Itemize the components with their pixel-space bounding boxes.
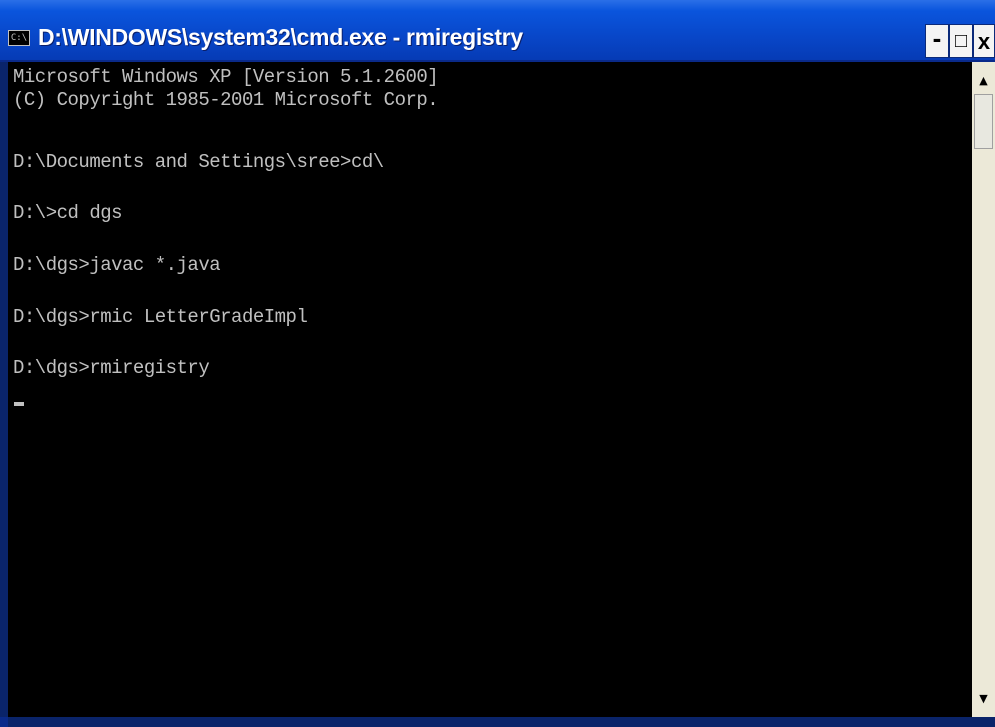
- maximize-button[interactable]: □: [949, 24, 973, 58]
- minimize-button[interactable]: -: [925, 24, 949, 58]
- cmd-window: C:\ D:\WINDOWS\system32\cmd.exe - rmireg…: [0, 0, 995, 727]
- window-corner: [0, 717, 8, 727]
- console-line: D:\dgs>rmiregistry: [13, 357, 210, 379]
- console-line: (C) Copyright 1985-2001 Microsoft Corp.: [13, 89, 439, 111]
- console-line: D:\Documents and Settings\sree>cd\: [13, 151, 384, 173]
- scroll-up-button[interactable]: ▲: [972, 70, 995, 92]
- console-line: Microsoft Windows XP [Version 5.1.2600]: [13, 66, 439, 88]
- console-output[interactable]: Microsoft Windows XP [Version 5.1.2600] …: [8, 62, 972, 717]
- console-line: D:\dgs>rmic LetterGradeImpl: [13, 306, 308, 328]
- vertical-scrollbar[interactable]: ▲ ▼: [972, 62, 995, 717]
- console-line: D:\dgs>javac *.java: [13, 254, 221, 276]
- text-cursor: [14, 402, 24, 406]
- scroll-thumb[interactable]: [974, 94, 993, 149]
- window-bottom-border: [0, 717, 995, 727]
- scroll-down-button[interactable]: ▼: [972, 688, 995, 710]
- console-line: D:\>cd dgs: [13, 202, 123, 224]
- cmd-icon[interactable]: C:\: [8, 30, 30, 46]
- window-title: D:\WINDOWS\system32\cmd.exe - rmiregistr…: [38, 24, 523, 50]
- close-button[interactable]: x: [973, 24, 995, 58]
- title-bar[interactable]: C:\ D:\WINDOWS\system32\cmd.exe - rmireg…: [0, 0, 995, 62]
